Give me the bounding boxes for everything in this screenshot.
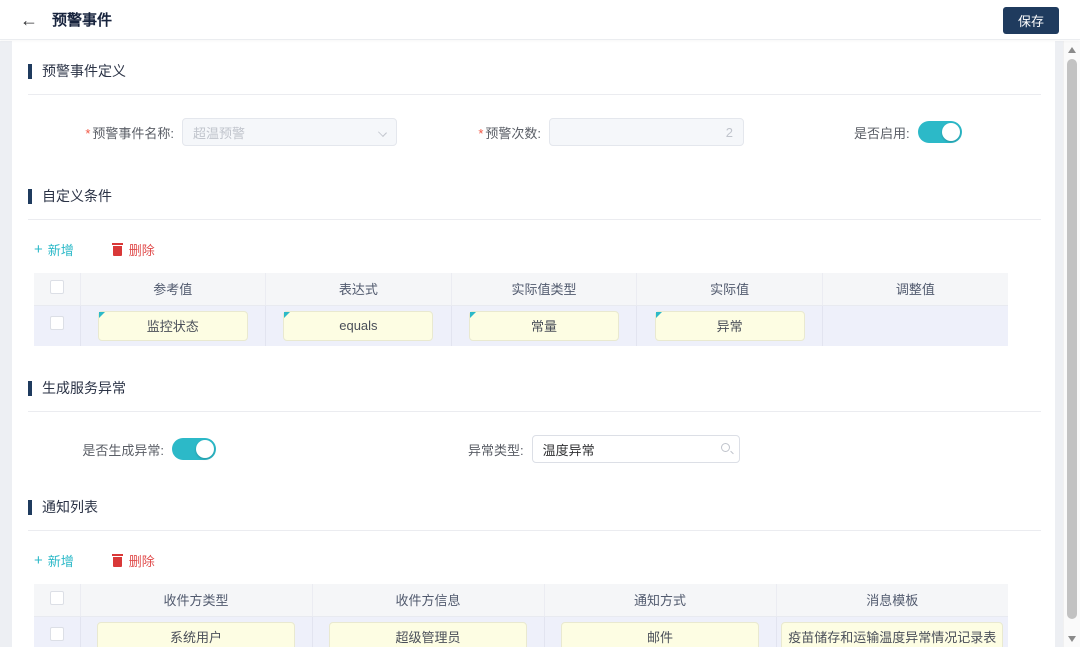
section-marker xyxy=(28,189,32,204)
conditions-header-row: 参考值 表达式 实际值类型 实际值 调整值 xyxy=(34,273,1008,305)
column-header: 收件方信息 xyxy=(312,584,544,616)
section-marker xyxy=(28,64,32,79)
adjust-value-cell[interactable] xyxy=(822,305,1008,346)
notifications-delete-button[interactable]: 删除 xyxy=(112,551,155,570)
column-header: 消息模板 xyxy=(776,584,1008,616)
generate-exception-label: 是否生成异常: xyxy=(56,440,164,459)
row-checkbox[interactable] xyxy=(50,316,64,330)
column-header: 调整值 xyxy=(822,273,1008,305)
plus-icon: + xyxy=(34,553,43,568)
conditions-add-button[interactable]: + 新增 xyxy=(34,240,74,259)
content-card: 预警事件定义 *预警事件名称: 超温预警 *预警次数: 是否启用: 自定义条件 … xyxy=(12,41,1055,647)
row-checkbox[interactable] xyxy=(50,627,64,641)
event-name-value: 超温预警 xyxy=(193,123,245,142)
divider xyxy=(28,94,1041,95)
notify-method-cell[interactable]: 邮件 xyxy=(561,622,759,647)
section-notifications-title: 通知列表 xyxy=(42,497,98,517)
enabled-toggle[interactable] xyxy=(918,121,962,143)
warn-count-input[interactable] xyxy=(549,118,744,146)
generate-exception-toggle[interactable] xyxy=(172,438,216,460)
message-template-cell[interactable]: 疫苗储存和运输温度异常情况记录表 xyxy=(781,622,1003,647)
section-marker xyxy=(28,381,32,396)
column-header: 收件方类型 xyxy=(80,584,312,616)
section-conditions-title: 自定义条件 xyxy=(42,186,112,206)
event-name-label: *预警事件名称: xyxy=(56,123,174,142)
select-all-checkbox[interactable] xyxy=(50,280,64,294)
scrollbar-thumb[interactable] xyxy=(1067,59,1077,619)
section-exception-title: 生成服务异常 xyxy=(42,378,126,398)
plus-icon: + xyxy=(34,242,43,257)
section-marker xyxy=(28,500,32,515)
notifications-header-row: 收件方类型 收件方信息 通知方式 消息模板 xyxy=(34,584,1008,616)
required-mark: * xyxy=(85,126,90,141)
exception-type-input[interactable] xyxy=(532,435,740,463)
column-header: 通知方式 xyxy=(544,584,776,616)
event-name-select[interactable]: 超温预警 xyxy=(182,118,397,146)
reference-value-cell[interactable]: 监控状态 xyxy=(98,311,248,341)
column-header: 实际值类型 xyxy=(451,273,637,305)
recipient-type-cell[interactable]: 系统用户 xyxy=(97,622,295,647)
section-definition-title: 预警事件定义 xyxy=(42,61,126,81)
conditions-delete-button[interactable]: 删除 xyxy=(112,240,155,259)
column-header: 参考值 xyxy=(80,273,266,305)
scroll-up-icon[interactable] xyxy=(1068,47,1076,53)
exception-type-label: 异常类型: xyxy=(468,440,524,459)
divider xyxy=(28,411,1041,412)
search-icon[interactable] xyxy=(721,443,730,452)
table-row: 系统用户 超级管理员 邮件 疫苗储存和运输温度异常情况记录表 xyxy=(34,616,1008,647)
divider xyxy=(28,530,1041,531)
page-background: 预警事件定义 *预警事件名称: 超温预警 *预警次数: 是否启用: 自定义条件 … xyxy=(0,41,1063,647)
recipient-info-cell[interactable]: 超级管理员 xyxy=(329,622,527,647)
notifications-add-button[interactable]: + 新增 xyxy=(34,551,74,570)
trash-icon xyxy=(112,554,123,567)
expression-cell[interactable]: equals xyxy=(283,311,433,341)
conditions-table: 参考值 表达式 实际值类型 实际值 调整值 监控状态 equals 常量 异常 xyxy=(34,273,1008,346)
topbar: ← 预警事件 保存 xyxy=(0,0,1080,40)
divider xyxy=(28,219,1041,220)
trash-icon xyxy=(112,243,123,256)
column-header: 表达式 xyxy=(266,273,452,305)
section-exception-header: 生成服务异常 xyxy=(28,378,1041,398)
section-notifications-header: 通知列表 xyxy=(28,497,1041,517)
scroll-down-icon[interactable] xyxy=(1068,636,1076,642)
column-header: 实际值 xyxy=(637,273,823,305)
notifications-table: 收件方类型 收件方信息 通知方式 消息模板 系统用户 超级管理员 邮件 疫苗储存… xyxy=(34,584,1008,647)
table-row: 监控状态 equals 常量 异常 xyxy=(34,305,1008,346)
vertical-scrollbar[interactable] xyxy=(1063,41,1080,647)
back-arrow-icon[interactable]: ← xyxy=(20,11,38,29)
actual-type-cell[interactable]: 常量 xyxy=(469,311,619,341)
required-mark: * xyxy=(478,126,483,141)
chevron-down-icon xyxy=(378,128,387,137)
actual-value-cell[interactable]: 异常 xyxy=(655,311,805,341)
enabled-label: 是否启用: xyxy=(854,123,910,142)
page-title: 预警事件 xyxy=(52,9,112,30)
section-definition-header: 预警事件定义 xyxy=(28,61,1041,81)
warn-count-label: *预警次数: xyxy=(457,123,541,142)
select-all-checkbox[interactable] xyxy=(50,591,64,605)
save-button[interactable]: 保存 xyxy=(1003,7,1059,34)
section-conditions-header: 自定义条件 xyxy=(28,186,1041,206)
